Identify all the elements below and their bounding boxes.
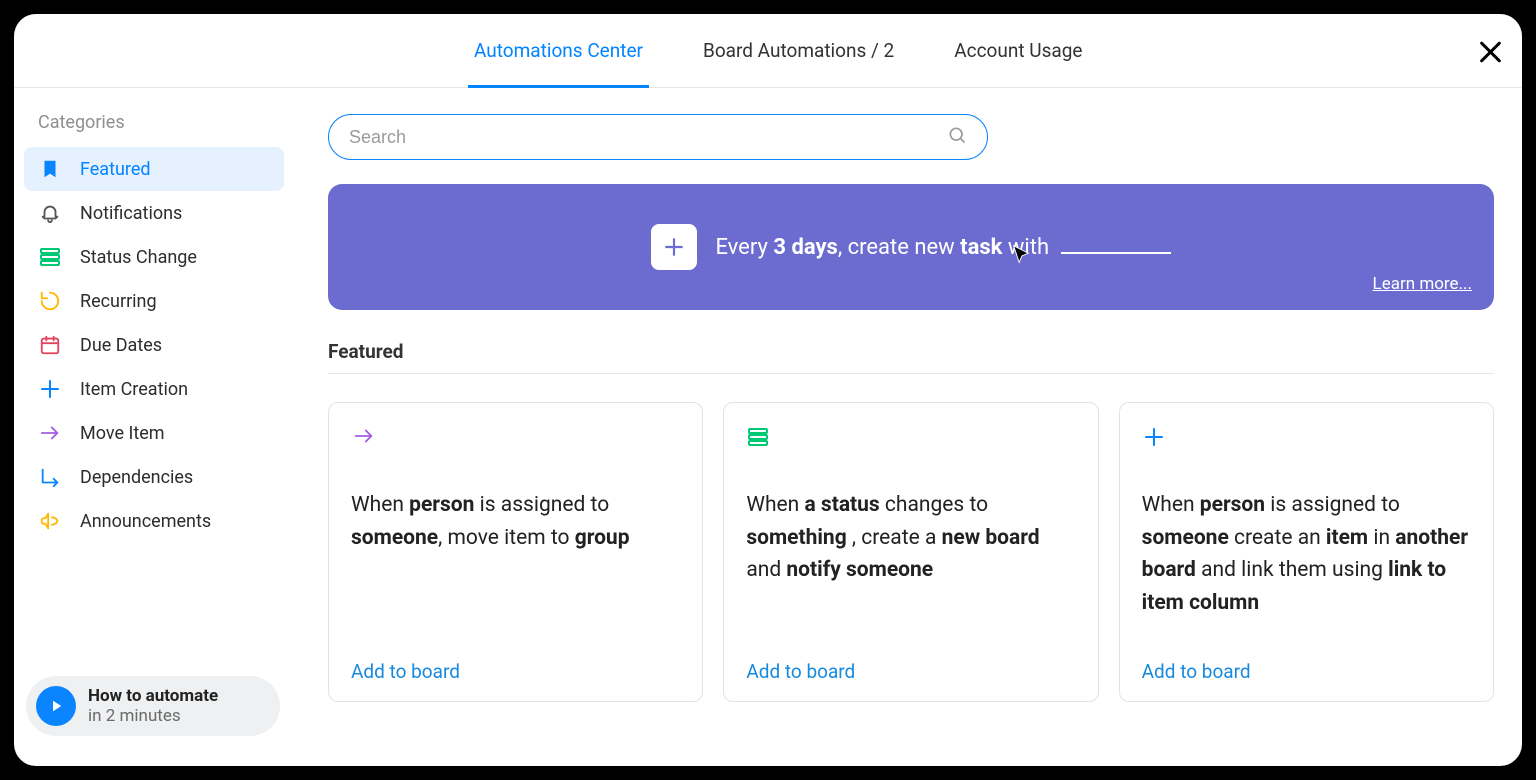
tabs: Automations Center Board Automations / 2… <box>474 14 1082 87</box>
tab-automations-center[interactable]: Automations Center <box>474 14 643 87</box>
play-icon <box>36 686 76 726</box>
arrow-right-icon <box>351 425 680 465</box>
sidebar-item-label: Notifications <box>80 203 182 224</box>
add-to-board-button[interactable]: Add to board <box>746 660 1075 683</box>
search-container <box>328 114 988 160</box>
automation-card[interactable]: When person is assigned to someone creat… <box>1119 402 1494 702</box>
sidebar-item-label: Status Change <box>80 247 197 268</box>
sidebar-item-recurring[interactable]: Recurring <box>24 279 284 323</box>
sidebar-item-label: Announcements <box>80 511 211 532</box>
sidebar-item-label: Featured <box>80 159 151 180</box>
sidebar-item-label: Item Creation <box>80 379 188 400</box>
featured-cards: When person is assigned to someone, move… <box>328 402 1494 702</box>
sidebar-item-notifications[interactable]: Notifications <box>24 191 284 235</box>
section-title-featured: Featured <box>328 340 1494 363</box>
sidebar-item-label: Recurring <box>80 291 157 312</box>
bookmark-icon <box>38 157 62 181</box>
plus-icon <box>38 377 62 401</box>
mouse-cursor-icon <box>1010 244 1030 264</box>
search-input[interactable] <box>349 127 947 148</box>
learn-more-link[interactable]: Learn more... <box>1373 274 1472 294</box>
automation-card[interactable]: When person is assigned to someone, move… <box>328 402 703 702</box>
tab-board-automations[interactable]: Board Automations / 2 <box>703 14 894 87</box>
sidebar-item-item-creation[interactable]: Item Creation <box>24 367 284 411</box>
sidebar-item-announcements[interactable]: Announcements <box>24 499 284 543</box>
sidebar-item-status-change[interactable]: Status Change <box>24 235 284 279</box>
card-description: When person is assigned to someone creat… <box>1142 489 1471 619</box>
recurring-icon <box>38 289 62 313</box>
main: Every 3 days, create new task with Learn… <box>294 88 1522 766</box>
categories-title: Categories <box>38 112 284 133</box>
sidebar: Categories Featured Notifications Status C… <box>14 88 294 766</box>
megaphone-icon <box>38 509 62 533</box>
plus-icon <box>1142 425 1471 465</box>
plus-icon <box>651 224 697 270</box>
howto-title: How to automate <box>88 686 218 706</box>
tab-account-usage[interactable]: Account Usage <box>954 14 1082 87</box>
category-list: Featured Notifications Status Change Recurr… <box>24 147 284 543</box>
card-description: When a status changes to something , cre… <box>746 489 1075 587</box>
create-automation-banner[interactable]: Every 3 days, create new task with Learn… <box>328 184 1494 310</box>
add-to-board-button[interactable]: Add to board <box>1142 660 1471 683</box>
header: Automations Center Board Automations / 2… <box>14 14 1522 88</box>
banner-text: Every 3 days, create new task with <box>715 235 1170 260</box>
sidebar-item-featured[interactable]: Featured <box>24 147 284 191</box>
search-icon[interactable] <box>947 125 967 149</box>
how-to-automate[interactable]: How to automate in 2 minutes <box>26 676 280 736</box>
sidebar-item-label: Due Dates <box>80 335 162 356</box>
sidebar-item-label: Dependencies <box>80 467 193 488</box>
add-to-board-button[interactable]: Add to board <box>351 660 680 683</box>
sidebar-item-label: Move Item <box>80 423 165 444</box>
bell-icon <box>38 201 62 225</box>
divider <box>328 373 1494 374</box>
howto-subtitle: in 2 minutes <box>88 706 218 726</box>
card-description: When person is assigned to someone, move… <box>351 489 680 554</box>
arrow-right-icon <box>38 421 62 445</box>
calendar-icon <box>38 333 62 357</box>
status-icon <box>38 245 62 269</box>
automation-card[interactable]: When a status changes to something , cre… <box>723 402 1098 702</box>
sidebar-item-dependencies[interactable]: Dependencies <box>24 455 284 499</box>
status-icon <box>746 425 1075 465</box>
dependencies-icon <box>38 465 62 489</box>
sidebar-item-due-dates[interactable]: Due Dates <box>24 323 284 367</box>
close-icon[interactable] <box>1476 38 1504 66</box>
sidebar-item-move-item[interactable]: Move Item <box>24 411 284 455</box>
